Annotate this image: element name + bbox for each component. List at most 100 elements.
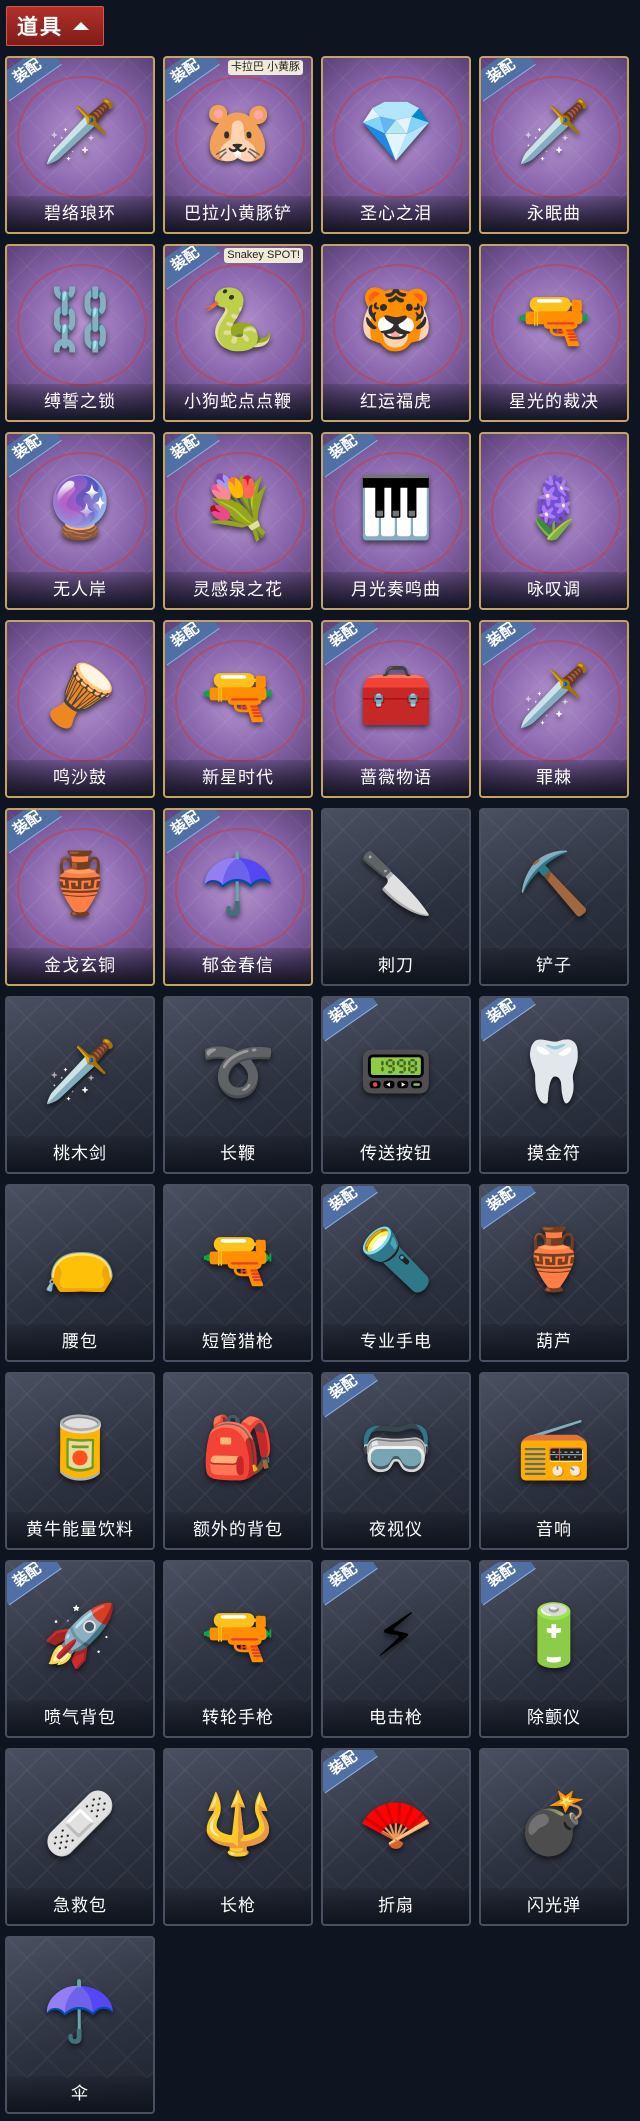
item-card[interactable]: 🐹 卡拉巴 小黄豚 装配 巴拉小黄豚铲 — [163, 56, 313, 234]
item-card[interactable]: 🎹 装配 月光奏鸣曲 — [321, 432, 471, 610]
item-name: 金戈玄铜 — [7, 948, 153, 984]
item-name: 喷气背包 — [7, 1700, 153, 1736]
item-name: 急救包 — [7, 1888, 153, 1924]
item-name: 音响 — [481, 1512, 627, 1548]
item-card[interactable]: 🚀 装配 喷气背包 — [5, 1560, 155, 1738]
item-icon: 🔮 — [42, 474, 118, 541]
item-card[interactable]: 🔪 刺刀 — [321, 808, 471, 986]
item-icon: 🔫 — [200, 662, 276, 729]
item-icon: 🩹 — [42, 1790, 118, 1857]
item-card[interactable]: 💐 装配 灵感泉之花 — [163, 432, 313, 610]
item-icon: 🗡️ — [516, 662, 592, 729]
item-card[interactable]: 🔫 星光的裁决 — [479, 244, 629, 422]
item-name: 铲子 — [481, 948, 627, 984]
item-card[interactable]: 👝 腰包 — [5, 1184, 155, 1362]
item-icon: 🎹 — [358, 474, 434, 541]
item-name: 除颤仪 — [481, 1700, 627, 1736]
item-name: 伞 — [7, 2076, 153, 2112]
item-card[interactable]: 🎒 额外的背包 — [163, 1372, 313, 1550]
item-card[interactable]: 🩹 急救包 — [5, 1748, 155, 1926]
item-name: 无人岸 — [7, 572, 153, 608]
item-card[interactable]: 🥽 装配 夜视仪 — [321, 1372, 471, 1550]
item-name: 摸金符 — [481, 1136, 627, 1172]
item-card[interactable]: ☂️ 伞 — [5, 1936, 155, 2114]
item-card[interactable]: 🥫 黄牛能量饮料 — [5, 1372, 155, 1550]
item-icon: 🥫 — [42, 1414, 118, 1481]
item-card[interactable]: ⚡ 装配 电击枪 — [321, 1560, 471, 1738]
item-card[interactable]: 🔫 转轮手枪 — [163, 1560, 313, 1738]
item-card[interactable]: 🦷 装配 摸金符 — [479, 996, 629, 1174]
item-name: 永眠曲 — [481, 196, 627, 232]
item-icon: 📻 — [516, 1414, 592, 1481]
item-icon: 🪻 — [516, 474, 592, 541]
item-card[interactable]: 📻 音响 — [479, 1372, 629, 1550]
item-icon: 🔫 — [200, 1602, 276, 1669]
item-card[interactable]: ⛏️ 铲子 — [479, 808, 629, 986]
item-icon: 💣 — [516, 1790, 592, 1857]
item-icon: 🔫 — [200, 1226, 276, 1293]
item-card[interactable]: 🐍 Snakey SPOT! 装配 小狗蛇点点鞭 — [163, 244, 313, 422]
item-card[interactable]: 🪭 装配 折扇 — [321, 1748, 471, 1926]
item-name: 鸣沙鼓 — [7, 760, 153, 796]
item-icon: ⛓️ — [42, 286, 118, 353]
item-icon: 📟 — [358, 1038, 434, 1105]
item-name: 专业手电 — [323, 1324, 469, 1360]
item-card[interactable]: 🗡️ 装配 永眠曲 — [479, 56, 629, 234]
item-sticker: 卡拉巴 小黄豚 — [227, 60, 303, 75]
item-card[interactable]: 🏺 装配 金戈玄铜 — [5, 808, 155, 986]
item-card[interactable]: 🏺 装配 葫芦 — [479, 1184, 629, 1362]
item-card[interactable]: 🗡️ 装配 罪棘 — [479, 620, 629, 798]
item-name: 缚誓之锁 — [7, 384, 153, 420]
item-name: 黄牛能量饮料 — [7, 1512, 153, 1548]
item-card[interactable]: 🐯 红运福虎 — [321, 244, 471, 422]
item-icon: ☂️ — [42, 1978, 118, 2045]
item-name: 小狗蛇点点鞭 — [165, 384, 311, 420]
item-name: 蔷薇物语 — [323, 760, 469, 796]
items-category-tab[interactable]: 道具 — [6, 6, 104, 46]
item-icon: 🔫 — [516, 286, 592, 353]
item-icon: 🔋 — [516, 1602, 592, 1669]
item-name: 刺刀 — [323, 948, 469, 984]
item-card[interactable]: 🔮 装配 无人岸 — [5, 432, 155, 610]
item-icon: 🔪 — [358, 850, 434, 917]
item-name: 转轮手枪 — [165, 1700, 311, 1736]
item-name: 桃木剑 — [7, 1136, 153, 1172]
item-icon: 🗡️ — [42, 98, 118, 165]
item-icon: 💐 — [200, 474, 276, 541]
item-card[interactable]: 🗡️ 桃木剑 — [5, 996, 155, 1174]
item-name: 碧络琅环 — [7, 196, 153, 232]
item-card[interactable]: 🔦 装配 专业手电 — [321, 1184, 471, 1362]
item-name: 夜视仪 — [323, 1512, 469, 1548]
item-name: 葫芦 — [481, 1324, 627, 1360]
item-card[interactable]: 💣 闪光弹 — [479, 1748, 629, 1926]
item-card[interactable]: ⛓️ 缚誓之锁 — [5, 244, 155, 422]
item-icon: 🏺 — [42, 850, 118, 917]
item-name: 星光的裁决 — [481, 384, 627, 420]
item-card[interactable]: ☂️ 装配 郁金春信 — [163, 808, 313, 986]
item-card[interactable]: 🧰 装配 蔷薇物语 — [321, 620, 471, 798]
item-name: 传送按钮 — [323, 1136, 469, 1172]
collapse-caret-icon — [73, 22, 89, 30]
item-icon: 🧰 — [358, 662, 434, 729]
item-icon: 🐹 — [200, 98, 276, 165]
item-card[interactable]: 🔫 装配 新星时代 — [163, 620, 313, 798]
item-name: 电击枪 — [323, 1700, 469, 1736]
item-icon: 🐍 — [200, 286, 276, 353]
item-icon: 🚀 — [42, 1602, 118, 1669]
item-card[interactable]: 📟 装配 传送按钮 — [321, 996, 471, 1174]
item-sticker: Snakey SPOT! — [224, 248, 303, 263]
item-name: 灵感泉之花 — [165, 572, 311, 608]
item-card[interactable]: 🔫 短管猎枪 — [163, 1184, 313, 1362]
item-card[interactable]: 🗡️ 装配 碧络琅环 — [5, 56, 155, 234]
item-card[interactable]: ➰ 长鞭 — [163, 996, 313, 1174]
item-card[interactable]: 🔱 长枪 — [163, 1748, 313, 1926]
item-card[interactable]: 🪻 咏叹调 — [479, 432, 629, 610]
item-card[interactable]: 💎 圣心之泪 — [321, 56, 471, 234]
item-name: 额外的背包 — [165, 1512, 311, 1548]
item-card[interactable]: 🪘 鸣沙鼓 — [5, 620, 155, 798]
item-card[interactable]: 🔋 装配 除颤仪 — [479, 1560, 629, 1738]
item-name: 咏叹调 — [481, 572, 627, 608]
item-icon: 🏺 — [516, 1226, 592, 1293]
item-icon: 🪭 — [358, 1790, 434, 1857]
item-icon: 👝 — [42, 1226, 118, 1293]
